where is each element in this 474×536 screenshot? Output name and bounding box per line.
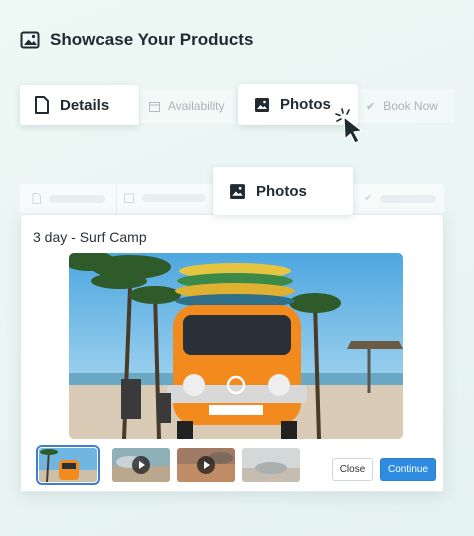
tab-photos-label: Photos	[280, 96, 331, 113]
check-icon: ✔	[366, 100, 376, 113]
modal-tab-photos[interactable]: Photos	[213, 167, 353, 215]
tab-book-now[interactable]: ✔ Book Now	[358, 89, 454, 123]
tab-details-label: Details	[60, 96, 110, 114]
placeholder-tab-book-now: ✔	[364, 193, 437, 204]
product-title: 3 day - Surf Camp	[33, 229, 147, 245]
thumbnail-1[interactable]	[36, 445, 100, 485]
photo-modal: 3 day - Surf Camp Close Continue	[20, 214, 444, 492]
play-icon	[132, 456, 150, 474]
continue-button[interactable]: Continue	[380, 458, 436, 481]
placeholder-tab-availability	[124, 193, 206, 203]
modal-tab-photos-label: Photos	[256, 182, 307, 200]
image-icon	[230, 183, 245, 199]
tab-availability[interactable]: Availability	[140, 89, 236, 123]
page-heading: Showcase Your Products	[20, 30, 253, 50]
image-icon	[20, 31, 40, 49]
cursor-click-icon	[335, 108, 363, 144]
tab-details[interactable]: Details	[20, 85, 139, 125]
thumbnail-2[interactable]	[112, 448, 170, 482]
thumbnail-4[interactable]	[242, 448, 300, 482]
image-icon	[255, 97, 269, 112]
tab-book-now-label: Book Now	[383, 99, 438, 113]
document-icon	[35, 96, 49, 114]
main-photo[interactable]	[69, 253, 403, 439]
calendar-icon	[149, 101, 160, 112]
page-title: Showcase Your Products	[50, 30, 254, 49]
thumbnail-3[interactable]	[177, 448, 235, 482]
placeholder-tab-details	[32, 193, 105, 204]
close-button[interactable]: Close	[332, 458, 373, 481]
play-icon	[197, 456, 215, 474]
surf-van-image	[69, 253, 403, 439]
tab-availability-label: Availability	[168, 99, 225, 113]
